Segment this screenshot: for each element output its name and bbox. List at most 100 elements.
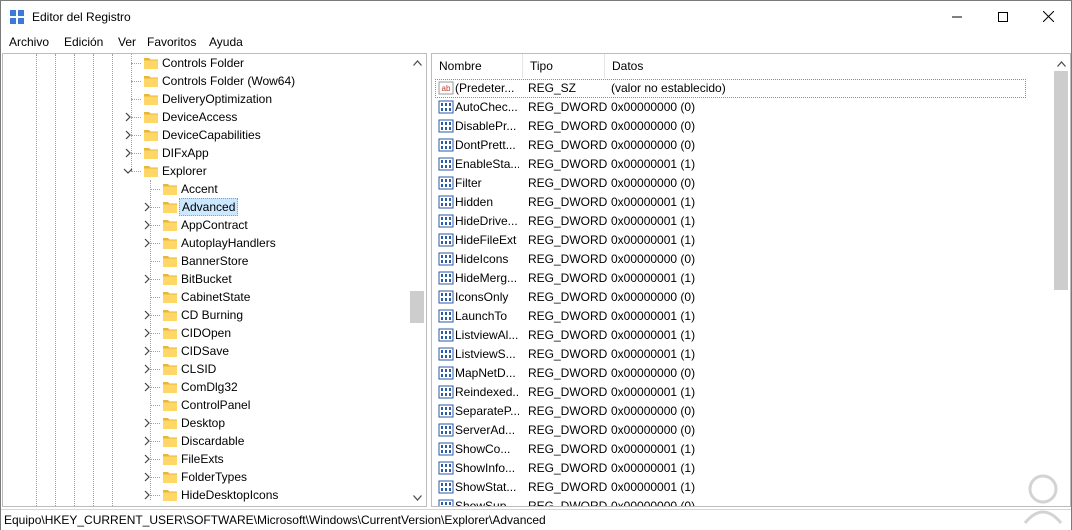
chevron-right-icon[interactable] [142,345,152,357]
chevron-right-icon[interactable] [142,435,152,447]
chevron-right-icon[interactable] [123,111,133,123]
tree-item[interactable]: Explorer [3,162,408,180]
value-row[interactable]: ab (Predeter... REG_SZ (valor no establecid… [432,79,1052,98]
value-row[interactable]: HideDrive... REG_DWORD 0x00000001 (1) [432,212,1052,231]
tree-item-label[interactable]: CIDOpen [179,325,233,341]
tree-item[interactable]: CabinetState [3,288,408,306]
maximize-button[interactable] [980,1,1026,32]
tree-item-label[interactable]: FileExts [179,451,226,467]
tree-item-label[interactable]: HideDesktopIcons [179,487,280,503]
minimize-button[interactable] [934,1,980,32]
list-scroll-thumb[interactable] [1054,71,1068,290]
tree-scroll-down-button[interactable] [408,489,426,506]
value-row[interactable]: HideIcons REG_DWORD 0x00000000 (0) [432,250,1052,269]
chevron-right-icon[interactable] [142,471,152,483]
tree-item[interactable]: Discardable [3,432,408,450]
tree-item-label[interactable]: BitBucket [179,271,234,287]
tree-item[interactable]: Accent [3,180,408,198]
tree-item-label[interactable]: AppContract [179,217,250,233]
tree-item[interactable]: CLSID [3,360,408,378]
tree-item[interactable]: DeviceAccess [3,108,408,126]
tree-item-label[interactable]: Explorer [160,163,209,179]
tree-item[interactable]: Controls Folder (Wow64) [3,72,408,90]
registry-key-tree[interactable]: Controls Folder Controls Folder (Wow64) De… [2,53,427,507]
tree-item[interactable]: CD Burning [3,306,408,324]
menu-archivo[interactable]: Archivo [9,34,49,50]
value-row[interactable]: ShowSup... REG_DWORD 0x00000000 (0) [432,497,1052,506]
tree-item[interactable]: Desktop [3,414,408,432]
tree-item[interactable]: DIFxApp [3,144,408,162]
value-row[interactable]: IconsOnly REG_DWORD 0x00000000 (0) [432,288,1052,307]
tree-item[interactable]: BannerStore [3,252,408,270]
chevron-right-icon[interactable] [142,363,152,375]
tree-item-label[interactable]: CD Burning [179,307,245,323]
chevron-right-icon[interactable] [142,309,152,321]
tree-item[interactable]: AutoplayHandlers [3,234,408,252]
tree-item[interactable]: FolderTypes [3,468,408,486]
tree-item[interactable]: Controls Folder [3,54,408,72]
tree-item-label[interactable]: Accent [179,181,220,197]
chevron-right-icon[interactable] [142,381,152,393]
tree-item-label[interactable]: Controls Folder (Wow64) [160,73,297,89]
chevron-right-icon[interactable] [142,453,152,465]
tree-item[interactable]: CIDSave [3,342,408,360]
value-row[interactable]: ShowCo... REG_DWORD 0x00000001 (1) [432,440,1052,459]
title-bar[interactable]: Editor del Registro [1,1,1071,32]
tree-item[interactable]: DeviceCapabilities [3,126,408,144]
registry-values-list[interactable]: Nombre Tipo Datos ab (Predeter... REG_SZ (v… [431,53,1071,507]
value-row[interactable]: DisablePr... REG_DWORD 0x00000000 (0) [432,117,1052,136]
value-row[interactable]: ShowInfo... REG_DWORD 0x00000001 (1) [432,459,1052,478]
value-row[interactable]: Filter REG_DWORD 0x00000000 (0) [432,174,1052,193]
list-scrollbar[interactable] [1052,54,1070,506]
chevron-right-icon[interactable] [142,219,152,231]
tree-item[interactable]: BitBucket [3,270,408,288]
tree-item-label[interactable]: Discardable [179,433,246,449]
tree-item-label[interactable]: BannerStore [179,253,250,269]
tree-item-label[interactable]: FolderTypes [179,469,249,485]
tree-item-label[interactable]: AutoplayHandlers [179,235,278,251]
tree-item[interactable]: FileExts [3,450,408,468]
tree-item[interactable]: Advanced [3,198,408,216]
close-button[interactable] [1025,1,1071,32]
value-row[interactable]: SeparateP... REG_DWORD 0x00000000 (0) [432,402,1052,421]
chevron-right-icon[interactable] [142,237,152,249]
tree-item-label[interactable]: Controls Folder [160,55,246,71]
tree-item-label[interactable]: CLSID [179,361,218,377]
tree-item[interactable]: DeliveryOptimization [3,90,408,108]
tree-item-label[interactable]: ComDlg32 [179,379,240,395]
tree-item[interactable]: ComDlg32 [3,378,408,396]
menu-ayuda[interactable]: Ayuda [209,34,243,50]
menu-edicion[interactable]: Edición [64,34,103,50]
value-row[interactable]: EnableSta... REG_DWORD 0x00000001 (1) [432,155,1052,174]
tree-item-label[interactable]: DeliveryOptimization [160,91,274,107]
tree-item-label[interactable]: DIFxApp [160,145,211,161]
chevron-right-icon[interactable] [142,201,152,213]
chevron-right-icon[interactable] [142,417,152,429]
tree-item-label[interactable]: DeviceCapabilities [160,127,263,143]
chevron-down-icon[interactable] [123,165,133,177]
value-row[interactable]: Reindexed... REG_DWORD 0x00000001 (1) [432,383,1052,402]
column-header-tipo[interactable]: Tipo [523,54,605,78]
value-row[interactable]: HideMerg... REG_DWORD 0x00000001 (1) [432,269,1052,288]
value-row[interactable]: DontPrett... REG_DWORD 0x00000000 (0) [432,136,1052,155]
tree-item[interactable]: ControlPanel [3,396,408,414]
chevron-right-icon[interactable] [142,273,152,285]
chevron-right-icon[interactable] [123,129,133,141]
menu-ver[interactable]: Ver [118,34,136,50]
value-row[interactable]: AutoChec... REG_DWORD 0x00000000 (0) [432,98,1052,117]
list-scroll-up-button[interactable] [1052,55,1070,72]
value-row[interactable]: Hidden REG_DWORD 0x00000001 (1) [432,193,1052,212]
tree-scrollbar[interactable] [408,54,426,506]
tree-item[interactable]: HideDesktopIcons [3,486,408,504]
tree-item-label[interactable]: CIDSave [179,343,231,359]
tree-item-label[interactable]: Advanced [179,198,239,216]
tree-item[interactable]: AppContract [3,216,408,234]
tree-item-label[interactable]: Desktop [179,415,227,431]
value-row[interactable]: MapNetD... REG_DWORD 0x00000000 (0) [432,364,1052,383]
tree-item-label[interactable]: CabinetState [179,289,252,305]
value-row[interactable]: ListviewAl... REG_DWORD 0x00000001 (1) [432,326,1052,345]
menu-favoritos[interactable]: Favoritos [147,34,196,50]
tree-item-label[interactable]: ControlPanel [179,397,252,413]
value-row[interactable]: ServerAd... REG_DWORD 0x00000000 (0) [432,421,1052,440]
value-row[interactable]: HideFileExt REG_DWORD 0x00000001 (1) [432,231,1052,250]
